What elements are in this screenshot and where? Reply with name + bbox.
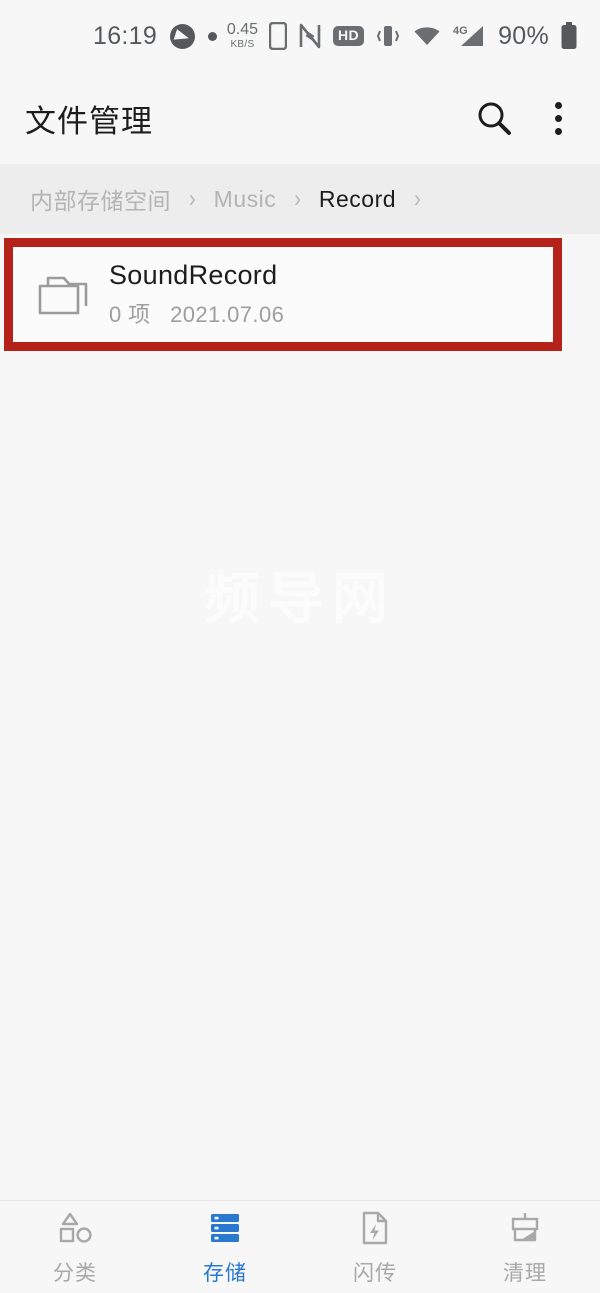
file-subtitle: 0 项 2021.07.06: [109, 297, 284, 329]
signal-4g-icon: 4G: [453, 23, 487, 49]
breadcrumb-item-record[interactable]: Record: [313, 184, 402, 215]
nav-item-clean[interactable]: 清理: [450, 1208, 600, 1287]
dot-indicator: [208, 31, 218, 41]
signal-generation-label: 4G: [453, 25, 468, 37]
search-icon[interactable]: [475, 99, 513, 137]
hd-badge: HD: [333, 26, 365, 46]
file-name: SoundRecord: [109, 260, 278, 290]
status-bar-right: 0.45 KB/S HD 4G 90%: [227, 22, 578, 51]
app-bar: 文件管理: [0, 72, 600, 164]
file-list: 频导网 SoundRecord 0 项 2021.07.06: [0, 234, 600, 1200]
shapes-icon: [57, 1208, 93, 1248]
phone-icon: [269, 22, 288, 50]
battery-icon: [560, 22, 578, 50]
network-speed-unit: KB/S: [230, 39, 255, 50]
nav-item-storage[interactable]: 存储: [150, 1208, 300, 1287]
storage-server-icon: [207, 1208, 243, 1248]
breadcrumb-item-root[interactable]: 内部存储空间: [24, 180, 177, 218]
nav-item-flash-transfer[interactable]: 闪传: [300, 1208, 450, 1287]
file-item-count: 0 项: [109, 302, 151, 327]
nav-item-categories[interactable]: 分类: [0, 1208, 150, 1287]
bottom-navigation: 分类 存储 闪传 清理: [0, 1200, 600, 1293]
watermark: 频导网: [204, 567, 396, 630]
app-notification-icon: [170, 23, 196, 49]
broom-clean-icon: [508, 1208, 542, 1248]
status-bar: 16:19 0.45 KB/S HD 4G 90%: [0, 0, 600, 72]
nav-label-storage: 存储: [203, 1261, 247, 1285]
chevron-right-icon: ›: [294, 184, 301, 213]
network-speed-value: 0.45: [226, 21, 259, 38]
file-date: 2021.07.06: [170, 302, 285, 327]
vibrate-icon: [375, 23, 401, 49]
nfc-icon: [298, 23, 322, 49]
status-time: 16:19: [93, 21, 158, 50]
status-bar-left: 16:19: [93, 21, 218, 51]
battery-percent: 90%: [498, 21, 549, 50]
phone-screen: 16:19 0.45 KB/S HD 4G 90% 文件管理 内部存储空间 › …: [0, 0, 600, 1293]
nav-label-categories: 分类: [53, 1261, 97, 1285]
folder-icon: [37, 273, 89, 317]
app-bar-actions: [475, 96, 570, 141]
overflow-menu-icon[interactable]: [547, 96, 570, 141]
chevron-right-icon: ›: [414, 184, 421, 213]
network-speed-indicator: 0.45 KB/S: [227, 22, 258, 50]
flash-transfer-icon: [359, 1208, 391, 1248]
wifi-icon: [412, 24, 442, 48]
list-item[interactable]: SoundRecord 0 项 2021.07.06: [13, 247, 553, 342]
breadcrumb-item-music[interactable]: Music: [208, 184, 283, 215]
menu-dot: [555, 127, 562, 135]
menu-dot: [555, 101, 562, 109]
nav-label-flash-transfer: 闪传: [353, 1261, 397, 1285]
nav-label-clean: 清理: [503, 1261, 547, 1285]
breadcrumb: 内部存储空间 › Music › Record ›: [0, 164, 600, 234]
menu-dot: [555, 114, 562, 122]
page-title: 文件管理: [25, 103, 153, 139]
list-item-text: SoundRecord 0 项 2021.07.06: [109, 260, 284, 329]
chevron-right-icon: ›: [189, 184, 196, 213]
annotation-highlight-box: SoundRecord 0 项 2021.07.06: [4, 238, 562, 351]
